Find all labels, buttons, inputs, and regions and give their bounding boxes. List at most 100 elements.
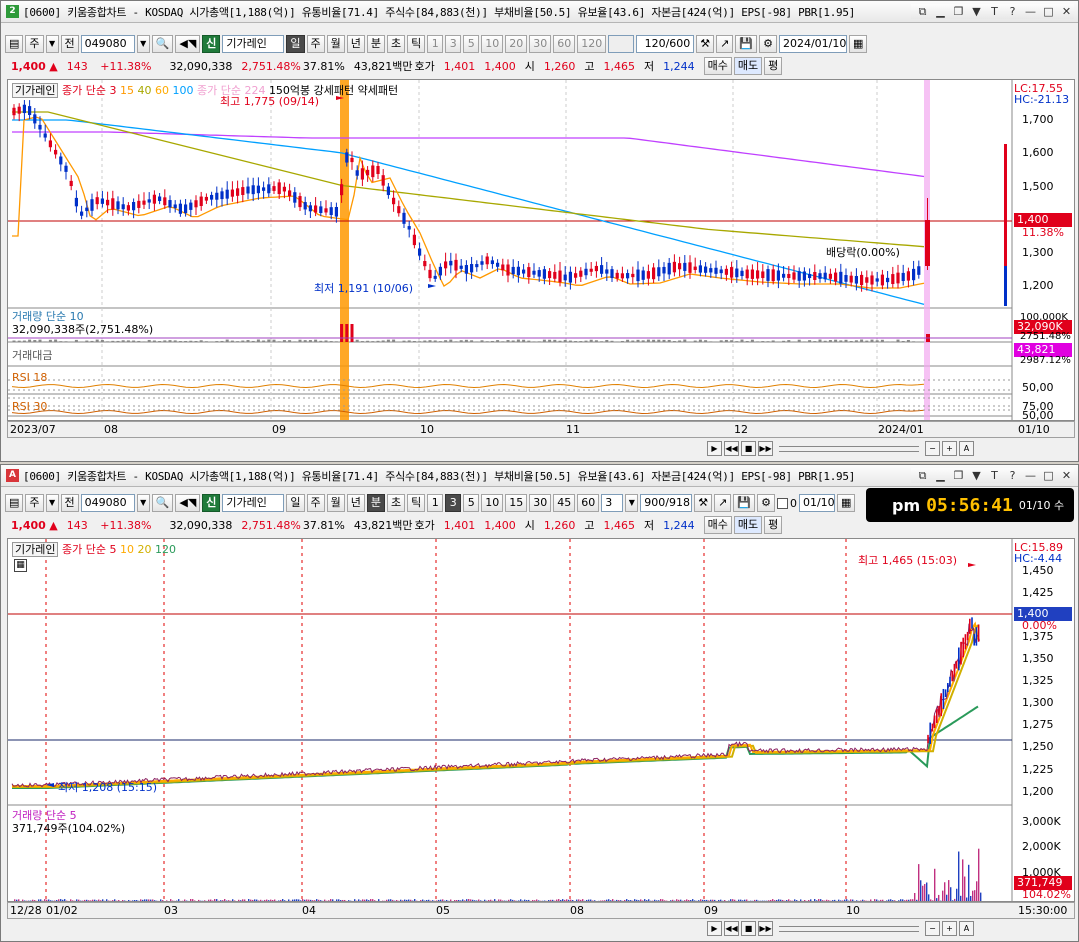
zoom-slider[interactable] [779, 445, 919, 452]
minimize2-icon[interactable]: — [1023, 4, 1038, 19]
interval-10[interactable]: 10 [481, 494, 504, 512]
zoom-out-icon[interactable]: − [925, 441, 940, 456]
chart-type-button[interactable]: 주 [25, 35, 44, 53]
interval-input[interactable] [608, 35, 635, 53]
period-day[interactable]: 일 [286, 35, 305, 53]
period-tick[interactable]: 틱 [407, 494, 426, 512]
sound-icon[interactable]: ◀◥ [175, 494, 201, 512]
layout-icon[interactable]: ▤ [5, 35, 24, 53]
zoom-reset-icon[interactable]: A [959, 921, 974, 936]
interval-1[interactable]: 1 [427, 35, 444, 53]
scroll-stop-icon[interactable]: ■ [741, 441, 756, 456]
checkbox[interactable] [776, 497, 788, 509]
top-title-bar[interactable]: 2 [0600] 키움종합차트 - KOSDAQ 시가총액[1,188(억)] … [1, 1, 1078, 23]
scroll-last-icon[interactable]: ▶▶ [758, 921, 773, 936]
zoom-in-icon[interactable]: + [942, 921, 957, 936]
maximize-icon[interactable]: □ [1041, 468, 1056, 483]
minimize-icon[interactable]: ▁ [933, 4, 948, 19]
date-input[interactable]: 01/10 [798, 494, 835, 512]
minimize2-icon[interactable]: — [1023, 468, 1038, 483]
code-dropdown-icon[interactable]: ▼ [136, 35, 150, 53]
interval-5[interactable]: 5 [463, 35, 480, 53]
interval-120[interactable]: 120 [577, 35, 607, 53]
bottom-title-bar[interactable]: A [0600] 키움종합차트 - KOSDAQ 시가총액[1,188(억)] … [1, 465, 1078, 487]
period-week[interactable]: 주 [306, 494, 325, 512]
buy-button[interactable]: 매수 [703, 57, 732, 75]
interval-30[interactable]: 30 [529, 494, 552, 512]
scroll-first-icon[interactable]: ◀◀ [724, 441, 739, 456]
period-minute[interactable]: 분 [366, 35, 386, 53]
interval-15[interactable]: 15 [505, 494, 528, 512]
calendar-icon[interactable]: ▦ [848, 35, 868, 53]
avg-button[interactable]: 평 [764, 57, 783, 75]
draw-icon[interactable]: ↗ [716, 35, 734, 53]
period-month[interactable]: 월 [326, 494, 345, 512]
interval-20[interactable]: 20 [505, 35, 528, 53]
interval-60[interactable]: 60 [577, 494, 600, 512]
new-badge[interactable]: 신 [202, 35, 221, 53]
tools-icon[interactable]: ⚒ [696, 35, 715, 53]
zoom-out-icon[interactable]: − [925, 921, 940, 936]
zoom-reset-icon[interactable]: A [959, 441, 974, 456]
pin-icon[interactable]: ▼ [969, 4, 984, 19]
scroll-play-icon[interactable]: ▶ [707, 921, 722, 936]
layout-icon[interactable]: ▤ [5, 494, 24, 512]
text-icon[interactable]: T [987, 4, 1002, 19]
scroll-stop-icon[interactable]: ■ [741, 921, 756, 936]
close-icon[interactable]: ✕ [1059, 4, 1074, 19]
minimize-icon[interactable]: ▁ [933, 468, 948, 483]
period-second[interactable]: 초 [387, 494, 406, 512]
chevron-down-icon[interactable]: ▼ [45, 494, 59, 512]
chart-type-button[interactable]: 주 [25, 494, 44, 512]
sell-button[interactable]: 매도 [733, 516, 763, 534]
scroll-play-icon[interactable]: ▶ [707, 441, 722, 456]
text-icon[interactable]: T [987, 468, 1002, 483]
restore-icon[interactable]: ❐ [951, 468, 966, 483]
sell-button[interactable]: 매도 [733, 57, 763, 75]
period-week[interactable]: 주 [306, 35, 325, 53]
save-icon[interactable]: 💾 [735, 35, 758, 53]
link-icon[interactable]: ⧉ [915, 4, 930, 19]
maximize-icon[interactable]: □ [1041, 4, 1056, 19]
prev-button[interactable]: 전 [60, 494, 79, 512]
table-icon[interactable]: ▦ [14, 559, 27, 572]
count-input[interactable]: 900/918 [640, 494, 693, 512]
period-tick[interactable]: 틱 [407, 35, 426, 53]
interval-3[interactable]: 3 [445, 494, 462, 512]
interval-30[interactable]: 30 [529, 35, 552, 53]
stock-code-input[interactable]: 049080 [80, 494, 135, 512]
period-year[interactable]: 년 [346, 494, 365, 512]
save-icon[interactable]: 💾 [733, 494, 756, 512]
buy-button[interactable]: 매수 [703, 516, 732, 534]
bottom-price-chart[interactable]: 기가레인 종가 단순 5 10 20 120 ▦ 최고 1,465 (15:03… [7, 538, 1075, 902]
new-badge[interactable]: 신 [202, 494, 221, 512]
date-input[interactable]: 2024/01/10 [778, 35, 847, 53]
interval-10[interactable]: 10 [481, 35, 504, 53]
search-icon[interactable]: 🔍 [151, 35, 174, 53]
zoom-in-icon[interactable]: + [942, 441, 957, 456]
gear-icon[interactable]: ⚙ [757, 494, 775, 512]
interval-dropdown-icon[interactable]: ▼ [625, 494, 639, 512]
sound-icon[interactable]: ◀◥ [175, 35, 201, 53]
chevron-down-icon[interactable]: ▼ [45, 35, 59, 53]
period-year[interactable]: 년 [346, 35, 365, 53]
prev-button[interactable]: 전 [60, 35, 79, 53]
help-icon[interactable]: ? [1005, 4, 1020, 19]
count-input[interactable]: 120/600 [636, 35, 695, 53]
help-icon[interactable]: ? [1005, 468, 1020, 483]
scroll-last-icon[interactable]: ▶▶ [758, 441, 773, 456]
interval-45[interactable]: 45 [553, 494, 576, 512]
interval-60[interactable]: 60 [553, 35, 576, 53]
gear-icon[interactable]: ⚙ [759, 35, 777, 53]
top-price-chart[interactable]: 기가레인 종가 단순 3 15 40 60 100 종가 단순 224 150억… [7, 79, 1075, 421]
avg-button[interactable]: 평 [764, 516, 783, 534]
period-day[interactable]: 일 [286, 494, 305, 512]
stock-code-input[interactable]: 049080 [80, 35, 135, 53]
link-icon[interactable]: ⧉ [915, 468, 930, 483]
code-dropdown-icon[interactable]: ▼ [136, 494, 150, 512]
interval-input[interactable]: 3 [601, 494, 624, 512]
search-icon[interactable]: 🔍 [151, 494, 174, 512]
zoom-slider[interactable] [779, 925, 919, 932]
period-minute[interactable]: 분 [366, 494, 386, 512]
period-month[interactable]: 월 [326, 35, 345, 53]
